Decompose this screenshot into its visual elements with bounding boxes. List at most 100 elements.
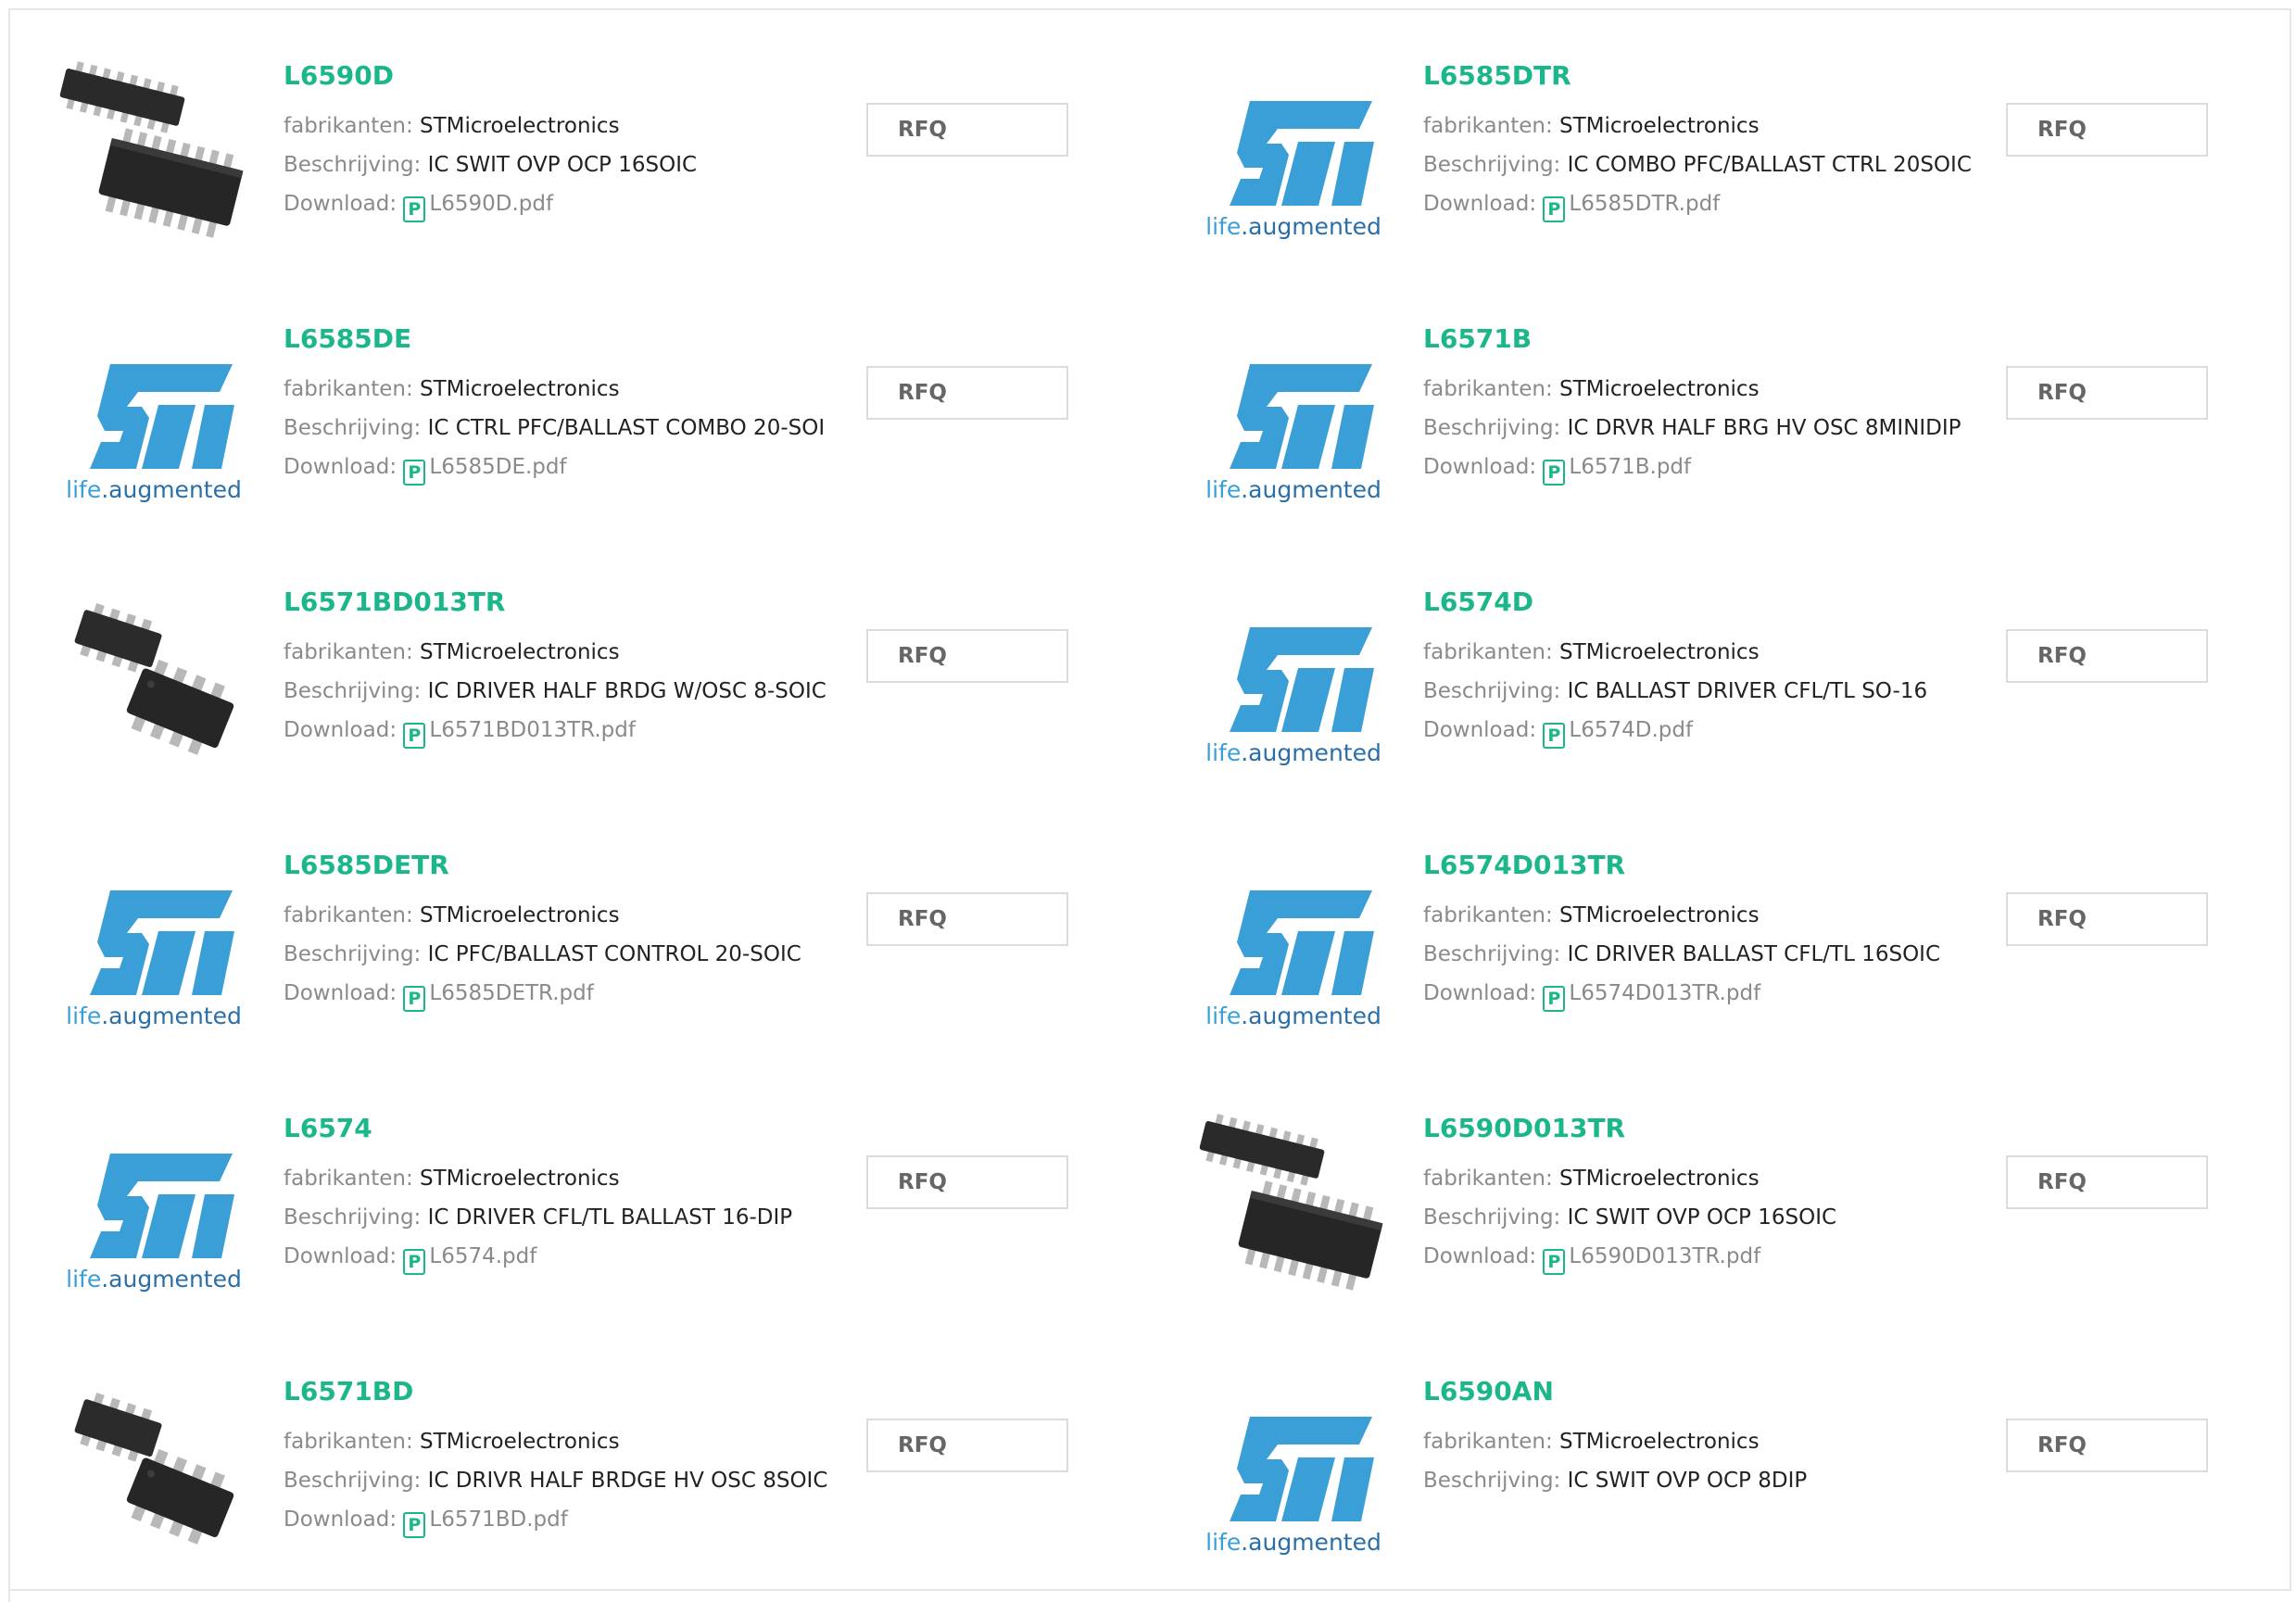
- st-logo: life.augmented: [66, 890, 242, 1029]
- download-label: Download:: [284, 1244, 397, 1268]
- manufacturer-value: STMicroelectronics: [420, 640, 620, 664]
- description-label: Beschrijving:: [1423, 679, 1561, 703]
- product-image[interactable]: [57, 53, 251, 247]
- pdf-icon: P: [403, 986, 426, 1012]
- pdf-filename: L6574D.pdf: [1569, 718, 1694, 742]
- product-image[interactable]: [1196, 1105, 1391, 1300]
- description-value: IC DRVR HALF BRG HV OSC 8MINIDIP: [1567, 416, 1962, 440]
- description-label: Beschrijving:: [1423, 416, 1561, 440]
- pdf-download-link[interactable]: P L6585DE.pdf: [403, 455, 567, 486]
- pdf-download-link[interactable]: P L6571BD.pdf: [403, 1507, 568, 1538]
- rfq-button[interactable]: RFQ: [866, 1419, 1068, 1472]
- product-image[interactable]: [57, 1369, 251, 1563]
- part-number-link[interactable]: L6585DTR: [1423, 60, 1979, 92]
- download-row: Download: P L6585DETR.pdf: [284, 974, 839, 1013]
- pdf-download-link[interactable]: P L6590D.pdf: [403, 192, 553, 222]
- pdf-filename: L6574.pdf: [429, 1244, 537, 1268]
- svg-text:life.augmented: life.augmented: [1205, 739, 1381, 766]
- st-logo: life.augmented: [66, 1154, 242, 1293]
- rfq-button[interactable]: RFQ: [2006, 629, 2208, 683]
- manufacturer-label: fabrikanten:: [284, 640, 413, 664]
- rfq-button[interactable]: RFQ: [2006, 892, 2208, 946]
- description-row: Beschrijving: IC PFC/BALLAST CONTROL 20-…: [284, 935, 839, 974]
- manufacturer-value: STMicroelectronics: [420, 114, 620, 138]
- product-info: L6585DETR fabrikanten: STMicroelectronic…: [284, 850, 839, 1013]
- manufacturer-label: fabrikanten:: [1423, 903, 1553, 927]
- pdf-download-link[interactable]: P L6585DETR.pdf: [403, 981, 594, 1012]
- pdf-filename: L6574D013TR.pdf: [1569, 981, 1761, 1005]
- product-card: life.augmented L6585DETR fabrikanten: ST…: [10, 800, 1152, 1065]
- download-row: Download: P L6571B.pdf: [1423, 448, 1979, 486]
- description-value: IC DRIVER CFL/TL BALLAST 16-DIP: [427, 1205, 793, 1230]
- pdf-download-link[interactable]: P L6571BD013TR.pdf: [403, 718, 636, 749]
- pdf-icon: P: [403, 460, 426, 486]
- pdf-download-link[interactable]: P L6574.pdf: [403, 1244, 537, 1275]
- description-label: Beschrijving:: [284, 679, 422, 703]
- svg-text:life.augmented: life.augmented: [66, 476, 242, 503]
- st-logo: life.augmented: [1205, 1417, 1381, 1556]
- pdf-download-link[interactable]: P L6590D013TR.pdf: [1543, 1244, 1760, 1275]
- product-image[interactable]: life.augmented: [57, 1105, 251, 1300]
- product-card: L6571BD fabrikanten: STMicroelectronics …: [10, 1326, 1152, 1591]
- svg-text:life.augmented: life.augmented: [66, 1266, 242, 1293]
- manufacturer-row: fabrikanten: STMicroelectronics: [284, 633, 839, 672]
- description-row: Beschrijving: IC DRIVER BALLAST CFL/TL 1…: [1423, 935, 1979, 974]
- part-number-link[interactable]: L6590AN: [1423, 1376, 1979, 1407]
- manufacturer-label: fabrikanten:: [1423, 377, 1553, 401]
- pdf-download-link[interactable]: P L6585DTR.pdf: [1543, 192, 1720, 222]
- manufacturer-row: fabrikanten: STMicroelectronics: [284, 1159, 839, 1198]
- product-image[interactable]: life.augmented: [57, 316, 251, 511]
- description-value: IC DRIVER BALLAST CFL/TL 16SOIC: [1567, 942, 1941, 966]
- part-number-link[interactable]: L6590D013TR: [1423, 1113, 1979, 1144]
- product-image[interactable]: life.augmented: [1196, 579, 1391, 774]
- part-number-link[interactable]: L6574D: [1423, 587, 1979, 618]
- st-logo: life.augmented: [1205, 364, 1381, 503]
- product-card: life.augmented L6574D013TR fabrikanten: …: [1150, 800, 2291, 1065]
- part-number-link[interactable]: L6574: [284, 1113, 839, 1144]
- rfq-button[interactable]: RFQ: [2006, 1155, 2208, 1209]
- rfq-button[interactable]: RFQ: [2006, 366, 2208, 420]
- download-row: Download: P L6574D.pdf: [1423, 711, 1979, 750]
- st-logo: life.augmented: [66, 364, 242, 503]
- product-image[interactable]: life.augmented: [1196, 842, 1391, 1037]
- manufacturer-value: STMicroelectronics: [420, 377, 620, 401]
- part-number-link[interactable]: L6571BD: [284, 1376, 839, 1407]
- rfq-button[interactable]: RFQ: [866, 366, 1068, 420]
- download-label: Download:: [284, 455, 397, 479]
- pdf-download-link[interactable]: P L6574D.pdf: [1543, 718, 1694, 749]
- manufacturer-row: fabrikanten: STMicroelectronics: [284, 1422, 839, 1461]
- manufacturer-value: STMicroelectronics: [1559, 377, 1760, 401]
- description-label: Beschrijving:: [1423, 1205, 1561, 1230]
- part-number-link[interactable]: L6590D: [284, 60, 839, 92]
- rfq-button[interactable]: RFQ: [866, 629, 1068, 683]
- st-logo: life.augmented: [1205, 101, 1381, 240]
- description-value: IC COMBO PFC/BALLAST CTRL 20SOIC: [1567, 153, 1972, 177]
- description-value: IC SWIT OVP OCP 8DIP: [1567, 1469, 1808, 1493]
- pdf-download-link[interactable]: P L6571B.pdf: [1543, 455, 1691, 486]
- rfq-button[interactable]: RFQ: [2006, 103, 2208, 157]
- product-image[interactable]: life.augmented: [1196, 53, 1391, 247]
- product-image[interactable]: life.augmented: [57, 842, 251, 1037]
- rfq-button[interactable]: RFQ: [866, 892, 1068, 946]
- part-number-link[interactable]: L6571BD013TR: [284, 587, 839, 618]
- rfq-button[interactable]: RFQ: [866, 1155, 1068, 1209]
- product-card: L6590D013TR fabrikanten: STMicroelectron…: [1150, 1063, 2291, 1328]
- product-card: L6590D fabrikanten: STMicroelectronics B…: [10, 10, 1152, 275]
- manufacturer-row: fabrikanten: STMicroelectronics: [284, 370, 839, 409]
- description-label: Beschrijving:: [284, 416, 422, 440]
- product-info: L6585DTR fabrikanten: STMicroelectronics…: [1423, 60, 1979, 223]
- part-number-link[interactable]: L6574D013TR: [1423, 850, 1979, 881]
- product-image[interactable]: life.augmented: [1196, 1369, 1391, 1563]
- rfq-button[interactable]: RFQ: [866, 103, 1068, 157]
- part-number-link[interactable]: L6571B: [1423, 323, 1979, 355]
- part-number-link[interactable]: L6585DE: [284, 323, 839, 355]
- rfq-button[interactable]: RFQ: [2006, 1419, 2208, 1472]
- manufacturer-label: fabrikanten:: [1423, 640, 1553, 664]
- pdf-icon: P: [1543, 986, 1566, 1012]
- description-row: Beschrijving: IC SWIT OVP OCP 16SOIC: [284, 145, 839, 184]
- part-number-link[interactable]: L6585DETR: [284, 850, 839, 881]
- product-image[interactable]: [57, 579, 251, 774]
- product-image[interactable]: life.augmented: [1196, 316, 1391, 511]
- pdf-download-link[interactable]: P L6574D013TR.pdf: [1543, 981, 1761, 1012]
- description-value: IC PFC/BALLAST CONTROL 20-SOIC: [427, 942, 801, 966]
